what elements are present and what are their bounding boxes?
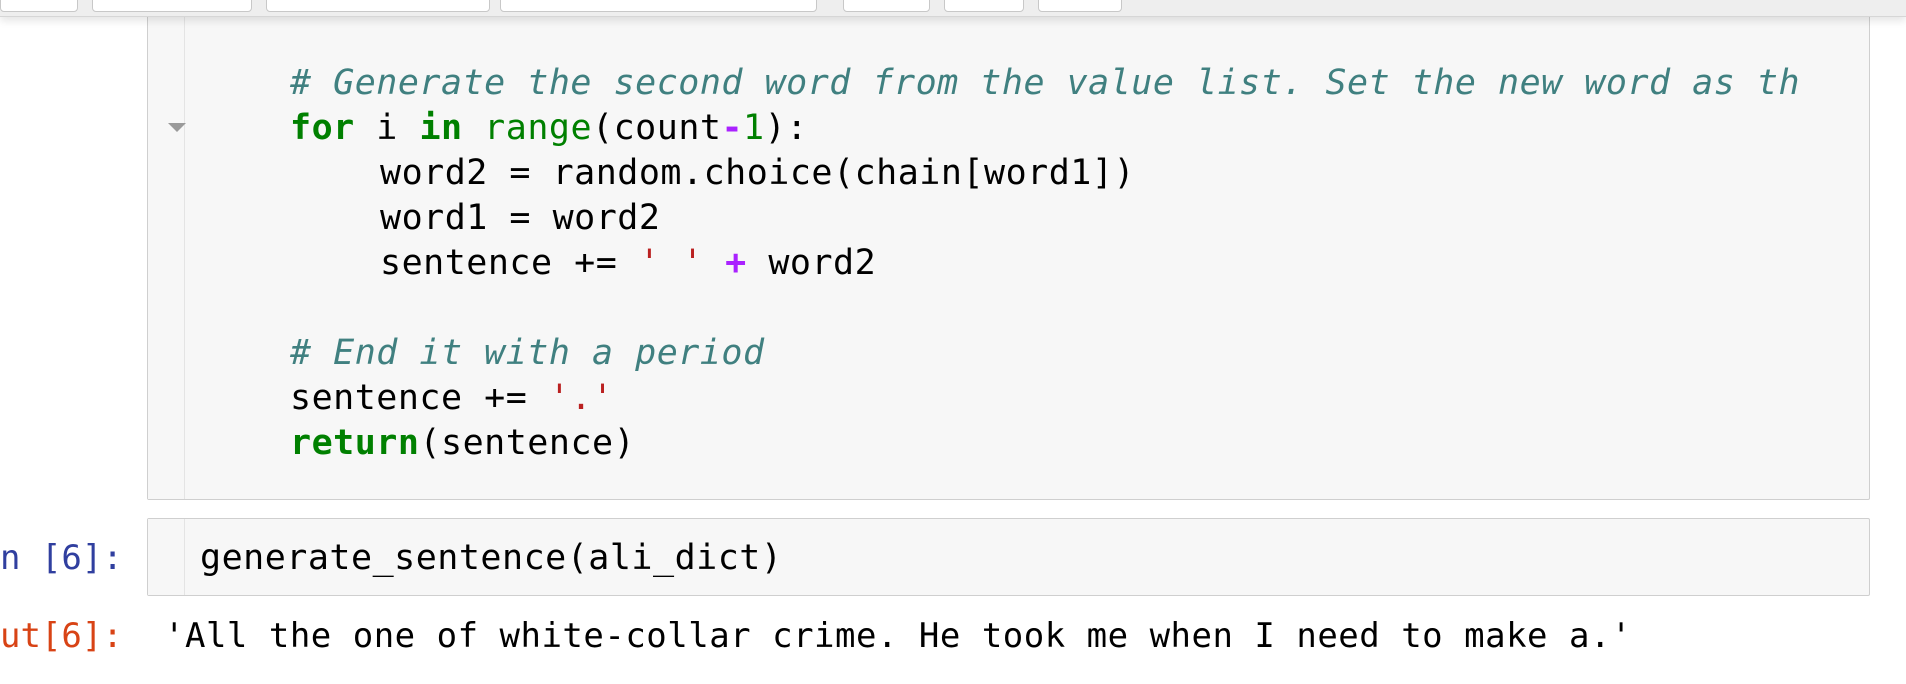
input-prompt: n [6]: [0,538,123,578]
code-token: sentence += [380,243,639,283]
input-cell-code: generate_sentence(ali_dict) [200,538,783,578]
input-cell-gutter [148,519,185,595]
code-token: i [354,108,420,148]
toolbar-button[interactable] [843,0,930,12]
code-line-comment: # Generate the second word from the valu… [290,63,1801,103]
output-text: 'All the one of white-collar crime. He t… [164,616,1632,656]
toolbar-button[interactable] [1038,0,1122,12]
code-line-return: return(sentence) [290,421,635,465]
code-line-for-loop: for i in range(count-1): [290,106,808,150]
code-token: word2 [746,243,877,283]
code-token: ): [764,108,808,148]
code-token: (sentence) [419,423,636,463]
cell-type-select[interactable] [500,0,817,12]
builtin-range: range [484,108,593,148]
jupyter-notebook-page: # Generate the second word from the valu… [0,0,1906,684]
output-prompt: ut[6]: [0,616,123,656]
code-line-sentence-append: sentence += ' ' + word2 [380,241,876,285]
keyword-return: return [290,423,420,463]
notebook-toolbar [0,0,1906,17]
string-literal: '.' [548,378,614,418]
code-token: sentence += [290,378,549,418]
string-literal: ' ' [638,243,704,283]
toolbar-button[interactable] [0,0,78,12]
toolbar-button-group[interactable] [266,0,490,12]
keyword-for: for [290,108,355,148]
code-line-sentence-period: sentence += '.' [290,376,614,420]
code-token: (count [592,108,722,148]
toolbar-button-group[interactable] [92,0,252,12]
number-literal: 1 [743,108,765,148]
operator-plus: + [725,243,747,283]
toolbar-button[interactable] [944,0,1024,12]
code-cell-gutter [148,0,185,499]
operator-minus: - [721,108,744,148]
code-line-comment-period: # End it with a period [290,333,765,373]
code-line-word1-assign: word1 = word2 [380,198,661,238]
keyword-in: in [419,108,463,148]
fold-arrow-icon[interactable] [168,123,186,132]
code-line-word2-assign: word2 = random.choice(chain[word1]) [380,153,1136,193]
